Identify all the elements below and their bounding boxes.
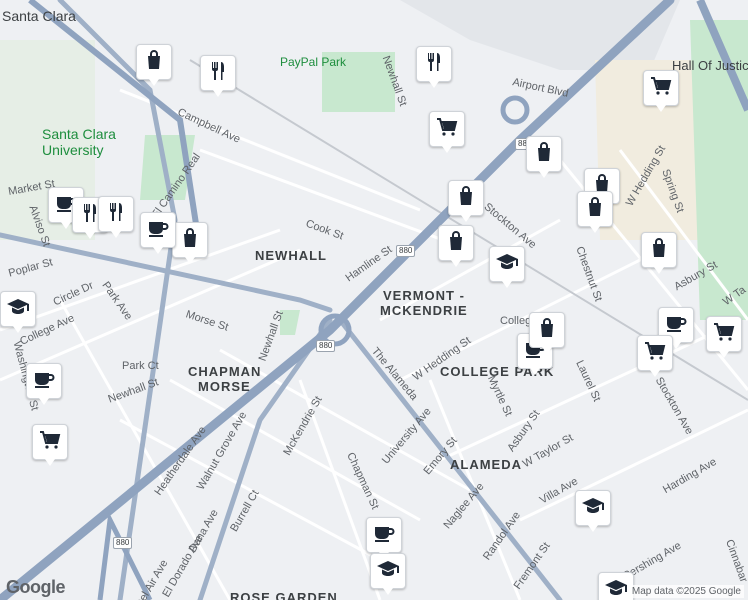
map-pin-restaurant[interactable] <box>200 55 236 97</box>
map-pin-shopping-bag[interactable] <box>172 222 208 264</box>
coffee-icon <box>32 367 56 396</box>
shopping-bag-icon <box>142 48 166 77</box>
shopping-cart-icon <box>712 320 736 349</box>
map-pin-school[interactable] <box>489 246 525 288</box>
google-logo: Google <box>6 577 66 597</box>
neighborhood-label: ROSE GARDEN <box>230 590 338 600</box>
place-label: PayPal Park <box>280 55 347 69</box>
highway-shield: 880 <box>396 245 416 257</box>
restaurant-icon <box>104 200 128 229</box>
shopping-cart-icon <box>435 115 459 144</box>
map-pin-coffee[interactable] <box>26 363 62 405</box>
shopping-cart-icon <box>643 339 667 368</box>
map-pin-school[interactable] <box>370 553 406 595</box>
map-pin-shopping-cart[interactable] <box>429 111 465 153</box>
map-pin-shopping-bag[interactable] <box>577 191 613 233</box>
shopping-bag-icon <box>583 195 607 224</box>
place-label: Hall Of Justic <box>672 58 748 73</box>
shopping-bag-icon <box>178 226 202 255</box>
map-pin-shopping-bag[interactable] <box>136 44 172 86</box>
highway-shield: 880 <box>113 537 133 549</box>
neighborhood-label: VERMONT - <box>383 288 465 303</box>
neighborhood-label: MORSE <box>198 379 251 394</box>
highway-shield: 880 <box>316 340 336 352</box>
map-pin-school[interactable] <box>575 490 611 532</box>
map-pin-shopping-cart[interactable] <box>643 70 679 112</box>
shopping-cart-icon <box>38 428 62 457</box>
map-pin-shopping-cart[interactable] <box>637 335 673 377</box>
neighborhood-label: ALAMEDA <box>450 457 522 472</box>
map-pin-shopping-cart[interactable] <box>706 316 742 358</box>
map-pin-restaurant[interactable] <box>98 196 134 238</box>
map-pin-school[interactable] <box>0 291 36 333</box>
map-pin-shopping-bag[interactable] <box>529 312 565 354</box>
map-pin-shopping-bag[interactable] <box>448 180 484 222</box>
shopping-bag-icon <box>444 229 468 258</box>
shopping-cart-icon <box>649 74 673 103</box>
map-canvas[interactable]: 880 880 880 880 Santa Clara PayPal Park … <box>0 0 748 600</box>
restaurant-icon <box>206 59 230 88</box>
shopping-bag-icon <box>535 316 559 345</box>
neighborhood-label: CHAPMAN <box>188 364 262 379</box>
school-icon <box>6 295 30 324</box>
shopping-bag-icon <box>647 236 671 265</box>
neighborhood-label: NEWHALL <box>255 248 327 263</box>
shopping-bag-icon <box>532 140 556 169</box>
map-pin-shopping-cart[interactable] <box>32 424 68 466</box>
street-label: Park Ct <box>122 360 159 372</box>
map-pin-coffee[interactable] <box>140 212 176 254</box>
school-icon <box>376 557 400 586</box>
map-attribution[interactable]: Map data ©2025 Google <box>628 585 744 598</box>
neighborhood-label: MCKENDRIE <box>380 303 468 318</box>
place-label: Colleg <box>500 315 532 327</box>
shopping-bag-icon <box>454 184 478 213</box>
map-pin-shopping-bag[interactable] <box>526 136 562 178</box>
school-icon <box>495 250 519 279</box>
restaurant-icon <box>422 50 446 79</box>
map-pin-shopping-bag[interactable] <box>438 225 474 267</box>
school-icon <box>604 576 628 600</box>
school-icon <box>581 494 605 523</box>
coffee-icon <box>146 216 170 245</box>
city-label: Santa Clara <box>2 8 76 24</box>
map-pin-coffee[interactable] <box>366 517 402 559</box>
map-pin-shopping-bag[interactable] <box>641 232 677 274</box>
place-label: Santa Clara University <box>42 126 116 158</box>
map-pin-restaurant[interactable] <box>416 46 452 88</box>
coffee-icon <box>372 521 396 550</box>
